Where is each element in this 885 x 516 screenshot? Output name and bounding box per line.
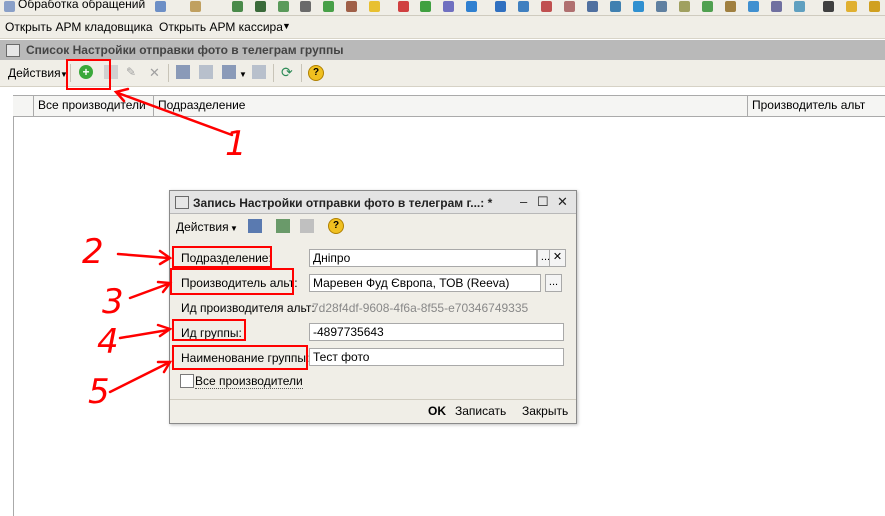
annotation-number-1: 1: [225, 124, 247, 164]
annotation-number-3: 3: [102, 282, 124, 322]
annotation-number-5: 5: [88, 372, 110, 412]
annotation-number-4: 4: [97, 322, 119, 362]
annotation-arrows: [108, 87, 234, 394]
annotation-number-2: 2: [82, 232, 104, 272]
